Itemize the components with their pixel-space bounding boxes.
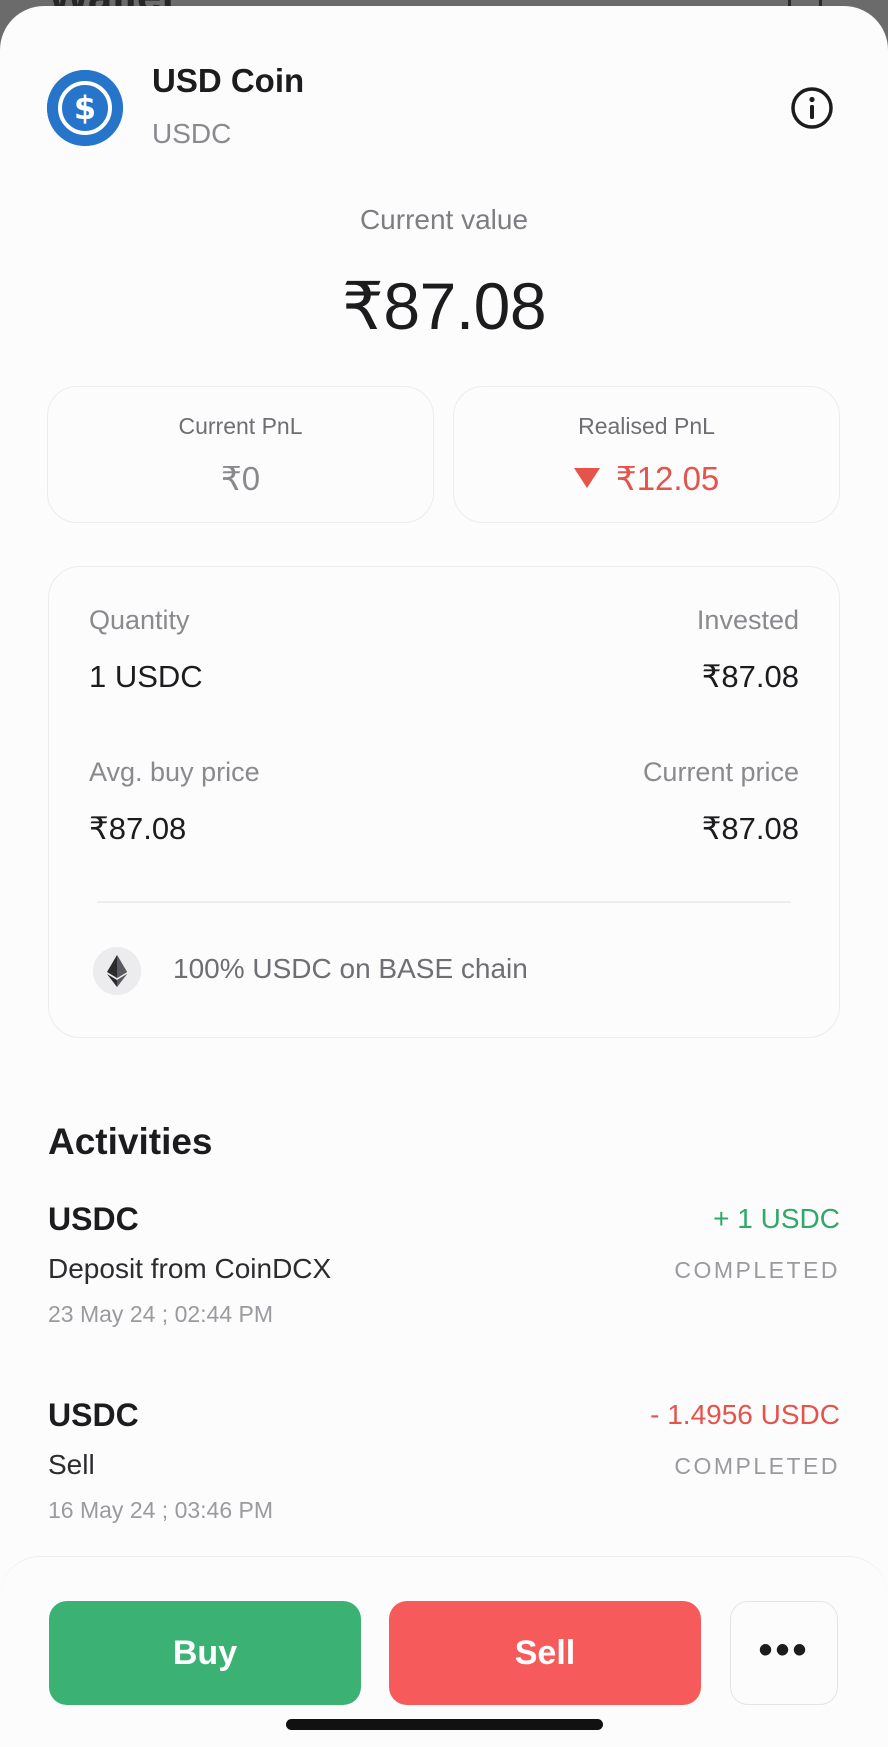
coin-name: USD Coin [152, 62, 305, 99]
avg-buy-price-value: ₹87.08 [89, 811, 187, 846]
current-pnl-card: Current PnL ₹0 [47, 386, 434, 523]
activity-description: Deposit from CoinDCX [48, 1253, 332, 1284]
current-price-label: Current price [642, 757, 799, 787]
realised-pnl-value: ₹12.05 [615, 460, 720, 497]
activity-status: COMPLETED [674, 1257, 840, 1283]
activity-asset: USDC [48, 1397, 139, 1433]
activity-item[interactable]: USDC Sell 16 May 24 ; 03:46 PM - 1.4956 … [48, 1397, 840, 1537]
info-icon[interactable] [790, 86, 834, 130]
activity-date: 16 May 24 ; 03:46 PM [48, 1497, 274, 1523]
current-pnl-label: Current PnL [178, 413, 303, 439]
divider [97, 901, 791, 903]
realised-pnl-label: Realised PnL [578, 413, 715, 439]
holdings-card: Quantity Invested 1 USDC ₹87.08 Avg. buy… [48, 566, 840, 1038]
more-options-button[interactable]: ••• [730, 1601, 838, 1705]
invested-label: Invested [696, 605, 799, 635]
realised-pnl-value-row: ₹12.05 [454, 459, 839, 498]
realised-pnl-card: Realised PnL ₹12.05 [453, 386, 840, 523]
invested-value: ₹87.08 [701, 659, 799, 694]
usdc-logo-icon: $ [47, 70, 123, 146]
svg-text:$: $ [74, 89, 96, 127]
home-indicator[interactable] [286, 1719, 603, 1730]
current-value-amount: ₹87.08 [341, 269, 547, 343]
chain-distribution-text: 100% USDC on BASE chain [173, 953, 528, 984]
activity-amount: + 1 USDC [713, 1203, 840, 1234]
quantity-label: Quantity [89, 605, 190, 635]
buy-button[interactable]: Buy [49, 1601, 361, 1705]
current-value-label: Current value [359, 204, 529, 235]
activity-amount: - 1.4956 USDC [650, 1399, 840, 1430]
activities-heading: Activities [48, 1121, 213, 1162]
current-pnl-value: ₹0 [220, 460, 261, 497]
coin-symbol: USDC [152, 118, 232, 149]
down-triangle-icon [573, 468, 600, 489]
activity-item[interactable]: USDC Deposit from CoinDCX 23 May 24 ; 02… [48, 1201, 840, 1341]
quantity-value: 1 USDC [89, 659, 203, 694]
coin-detail-sheet: $ USD Coin USDC Current value ₹87.08 Cur… [0, 6, 888, 1747]
activity-asset: USDC [48, 1201, 139, 1237]
current-price-value: ₹87.08 [701, 811, 799, 846]
ethereum-icon [93, 947, 141, 995]
activity-description: Sell [48, 1449, 95, 1480]
activity-date: 23 May 24 ; 02:44 PM [48, 1301, 274, 1327]
sell-button[interactable]: Sell [389, 1601, 701, 1705]
activity-status: COMPLETED [674, 1453, 840, 1479]
avg-buy-price-label: Avg. buy price [89, 757, 260, 787]
